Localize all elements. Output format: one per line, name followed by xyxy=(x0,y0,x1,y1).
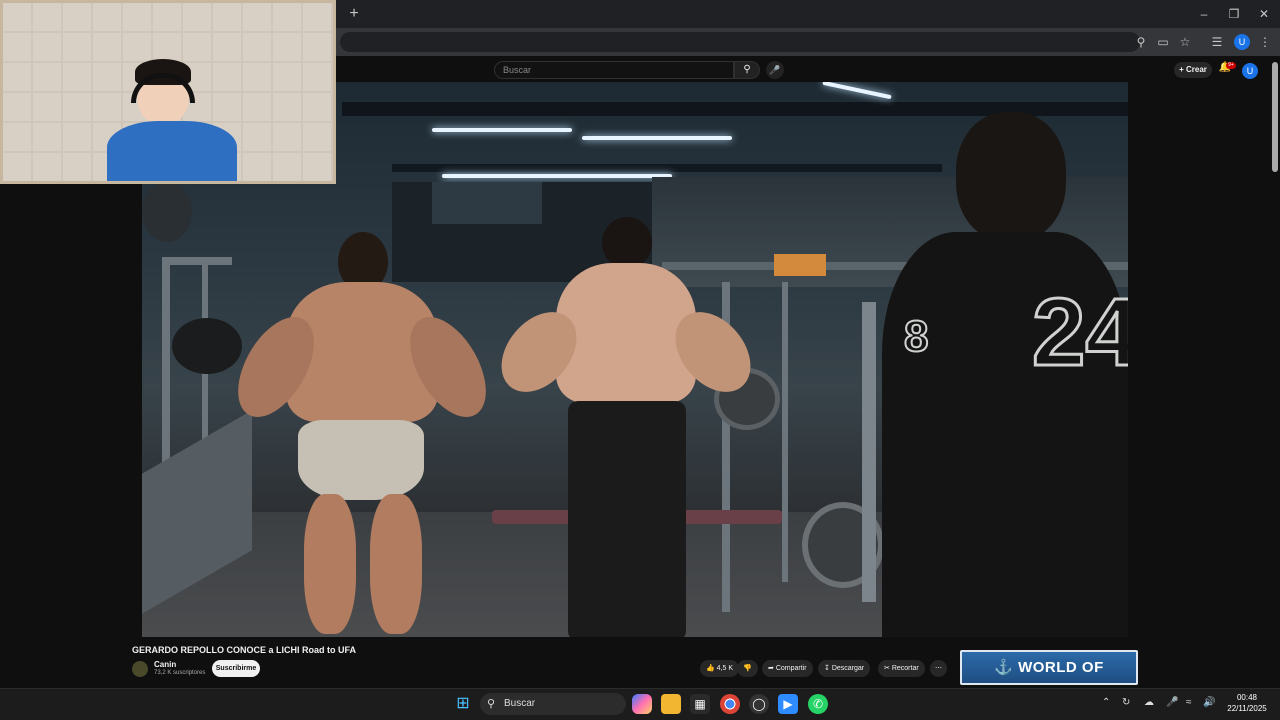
clock-time: 00:48 xyxy=(1236,693,1258,702)
ad-banner[interactable]: ⚓ WORLD OF WARSHIPS xyxy=(960,650,1138,707)
youtube-profile-avatar[interactable]: U xyxy=(1242,63,1258,79)
anchor-icon: ⚓ xyxy=(994,659,1014,676)
download-icon: ↧ xyxy=(824,665,830,672)
more-horizontal-icon: ⋯ xyxy=(935,665,942,672)
ceiling-light xyxy=(822,82,892,100)
create-button[interactable]: + Crear xyxy=(1174,62,1212,78)
like-button[interactable]: 👍 4,5 K xyxy=(700,660,740,677)
microphone-icon[interactable]: 🎤 xyxy=(766,61,784,79)
channel-name[interactable]: Canin xyxy=(154,660,176,669)
like-count: 4,5 K xyxy=(716,665,734,672)
search-icon: ⚲ xyxy=(487,698,496,710)
bodybuilder-middle xyxy=(486,217,766,637)
share-icon: ➦ xyxy=(768,665,774,672)
search-icon[interactable]: ⚲ xyxy=(734,61,760,79)
share-button[interactable]: ➦ Compartir xyxy=(762,660,813,677)
video-title: GERARDO REPOLLO CONOCE a LICHI Road to U… xyxy=(132,645,357,655)
sync-icon[interactable]: ↻ xyxy=(1122,697,1130,708)
bodybuilder-left xyxy=(222,232,502,637)
close-icon[interactable]: ✕ xyxy=(1252,4,1276,24)
ceiling-light xyxy=(442,174,672,178)
subscriber-count: 73,2 K suscriptores xyxy=(154,670,206,676)
ceiling-light xyxy=(582,136,732,140)
thumbs-up-icon: 👍 xyxy=(706,665,715,672)
clip-button[interactable]: ✂ Recortar xyxy=(878,660,925,677)
clip-label: Recortar xyxy=(891,665,919,672)
profile-avatar[interactable]: U xyxy=(1234,34,1250,50)
dislike-button[interactable]: 👎 xyxy=(737,660,758,677)
file-explorer-icon[interactable] xyxy=(661,694,681,714)
jersey-number: 24 xyxy=(1031,278,1128,388)
scissors-icon: ✂ xyxy=(884,665,890,672)
cast-icon[interactable]: ▭ xyxy=(1154,33,1172,51)
share-label: Compartir xyxy=(775,665,807,672)
machine-frame xyxy=(782,282,788,582)
webcam-overlay xyxy=(0,0,336,184)
windows-start-icon[interactable]: ⊞ xyxy=(453,694,473,714)
system-clock[interactable]: 00:48 22/11/2025 xyxy=(1222,692,1272,714)
microphone-icon[interactable]: 🎤 xyxy=(1166,697,1178,708)
app-icon[interactable]: ◯ xyxy=(749,694,769,714)
wifi-icon[interactable]: ≈ xyxy=(1186,697,1192,708)
man-in-jersey: 24 8 xyxy=(882,112,1128,637)
taskbar-search-input[interactable]: Buscar xyxy=(480,693,626,715)
download-button[interactable]: ↧ Descargar xyxy=(818,660,871,677)
address-bar[interactable] xyxy=(340,32,1140,52)
more-actions-button[interactable]: ⋯ xyxy=(930,660,947,677)
volume-icon[interactable]: 🔊 xyxy=(1203,697,1215,708)
bookmark-star-icon[interactable]: ☆ xyxy=(1176,33,1194,51)
download-label: Descargar xyxy=(831,665,865,672)
clock-date: 22/11/2025 xyxy=(1227,704,1267,713)
machine-frame xyxy=(862,302,876,602)
create-label: Crear xyxy=(1186,65,1207,74)
zoom-app-icon[interactable]: ▶ xyxy=(778,694,798,714)
store-icon[interactable]: ▦ xyxy=(690,694,710,714)
weight-plate xyxy=(172,318,242,374)
chrome-icon[interactable] xyxy=(720,694,740,714)
streamer-shirt xyxy=(107,121,237,181)
whatsapp-icon[interactable]: ✆ xyxy=(808,694,828,714)
menu-kebab-icon[interactable]: ⋮ xyxy=(1256,33,1274,51)
ceiling-light xyxy=(432,128,572,132)
page-scrollbar[interactable] xyxy=(1272,62,1278,172)
new-tab-button[interactable]: + xyxy=(344,4,364,24)
ceiling-beam xyxy=(392,164,942,172)
subscribe-button[interactable]: Suscribirme xyxy=(212,660,260,677)
notifications-badge: 9+ xyxy=(1226,62,1236,69)
media-control-icon[interactable]: ☰ xyxy=(1208,33,1226,51)
zoom-icon[interactable]: ⚲ xyxy=(1132,33,1150,51)
chevron-up-icon[interactable]: ⌃ xyxy=(1102,697,1110,708)
restore-icon[interactable]: ❐ xyxy=(1222,4,1246,24)
machine-frame xyxy=(162,257,232,265)
search-input[interactable]: Buscar xyxy=(494,61,734,79)
wall-fan xyxy=(142,182,192,242)
orange-sign xyxy=(774,254,826,276)
channel-avatar[interactable] xyxy=(132,661,148,677)
copilot-icon[interactable] xyxy=(632,694,652,714)
sleeve-number: 8 xyxy=(903,311,930,362)
cloud-icon[interactable]: ☁ xyxy=(1144,697,1154,708)
minimize-icon[interactable]: – xyxy=(1192,4,1216,24)
thumbs-down-icon: 👎 xyxy=(743,665,752,672)
